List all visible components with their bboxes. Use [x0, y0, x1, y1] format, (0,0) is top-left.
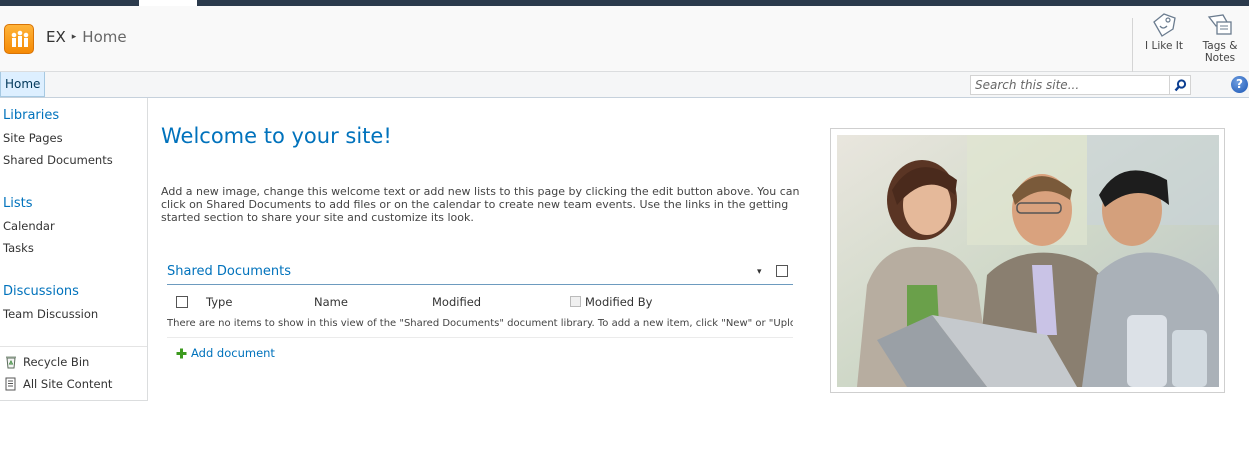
- column-header-name[interactable]: Name: [314, 295, 348, 309]
- webpart-select-checkbox[interactable]: [776, 265, 788, 277]
- add-document-link[interactable]: Add document: [176, 346, 275, 360]
- list-column-header-row: Type Name Modified Modified By: [167, 291, 793, 313]
- welcome-image-frame: [830, 128, 1225, 393]
- breadcrumb-separator-icon: ▸: [71, 32, 77, 42]
- page-title: Welcome to your site!: [161, 124, 392, 148]
- social-divider: [1132, 18, 1133, 76]
- tags-notes-icon: [1207, 14, 1232, 35]
- column-header-modified-by: Modified By: [585, 295, 653, 309]
- all-site-content-link[interactable]: All Site Content: [4, 377, 112, 391]
- ql-heading-lists[interactable]: Lists: [3, 196, 33, 211]
- column-header-modified-by-wrap[interactable]: Modified By: [570, 295, 652, 309]
- add-document-label: Add document: [191, 346, 275, 360]
- help-icon[interactable]: ?: [1231, 76, 1248, 93]
- breadcrumb-site-link[interactable]: EX: [46, 27, 66, 47]
- i-like-it-label: I Like It: [1145, 40, 1183, 52]
- like-tag-icon: [1153, 13, 1176, 37]
- ql-heading-libraries[interactable]: Libraries: [3, 108, 59, 123]
- webpart-menu-dropdown-icon[interactable]: ▾: [757, 267, 762, 277]
- plus-icon: [176, 348, 187, 358]
- search-button[interactable]: [1170, 75, 1191, 95]
- i-like-it-button[interactable]: I Like It: [1136, 12, 1192, 76]
- all-site-content-icon: [5, 377, 16, 391]
- column-filter-icon: [570, 296, 581, 307]
- tags-notes-label-line1: Tags &: [1202, 40, 1238, 52]
- search-icon: [1174, 79, 1187, 92]
- recycle-bin-label: Recycle Bin: [23, 355, 90, 369]
- webpart-title-link[interactable]: Shared Documents: [167, 264, 291, 279]
- tags-notes-label-line2: Notes: [1204, 52, 1236, 64]
- welcome-text: Add a new image, change this welcome tex…: [161, 185, 800, 224]
- site-logo-icon[interactable]: [4, 24, 34, 54]
- welcome-photo: [837, 135, 1219, 387]
- breadcrumb-page-title: Home: [82, 28, 127, 46]
- ql-heading-discussions[interactable]: Discussions: [3, 284, 79, 299]
- ql-item-calendar[interactable]: Calendar: [3, 219, 55, 233]
- topnav-home-tab[interactable]: Home: [0, 72, 46, 97]
- quick-launch: Libraries Site Pages Shared Documents Li…: [0, 98, 148, 401]
- title-area: EX ▸ Home I Like It Tags & Notes: [0, 6, 1249, 76]
- ql-separator: [0, 346, 147, 347]
- empty-list-message: There are no items to show in this view …: [167, 318, 793, 338]
- ql-item-shared-documents[interactable]: Shared Documents: [3, 153, 113, 167]
- column-header-type[interactable]: Type: [206, 295, 232, 309]
- all-site-content-label: All Site Content: [23, 377, 113, 391]
- ql-item-site-pages[interactable]: Site Pages: [3, 131, 63, 145]
- recycle-bin-link[interactable]: Recycle Bin: [4, 355, 89, 369]
- tags-notes-button[interactable]: Tags & Notes: [1192, 12, 1248, 76]
- ql-item-team-discussion[interactable]: Team Discussion: [3, 307, 98, 321]
- breadcrumb: EX ▸ Home: [46, 27, 127, 47]
- select-all-checkbox[interactable]: [176, 296, 188, 308]
- ql-item-tasks[interactable]: Tasks: [3, 241, 34, 255]
- search-input[interactable]: [970, 75, 1170, 95]
- top-navigation-bar: Home ?: [0, 72, 1249, 98]
- shared-documents-webpart-header: Shared Documents ▾: [167, 263, 793, 285]
- recycle-bin-icon: [6, 356, 16, 369]
- column-header-modified[interactable]: Modified: [432, 295, 481, 309]
